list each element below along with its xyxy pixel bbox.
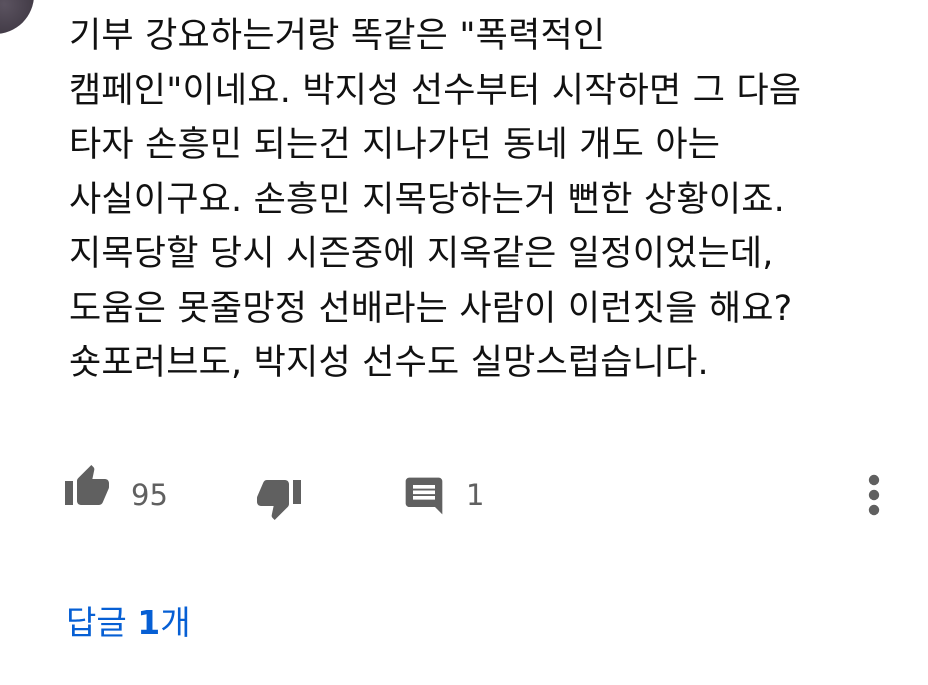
comment-line: 기부 강요하는거랑 똑같은 "폭력적인 [69, 16, 606, 56]
reply-count: 1 [466, 478, 485, 512]
comment-line: 숏포러브도, 박지성 선수도 실망스럽습니다. [69, 343, 709, 383]
thumb-up-icon[interactable] [63, 463, 111, 511]
comment-line: 사실이구요. 손흥민 지목당하는거 뻔한 상황이죠. [69, 179, 785, 220]
comment-line: 지목당할 당시 시즌중에 지옥같은 일정이었는데, [69, 234, 774, 274]
comment-line: 타자 손흥민 되는건 지나가던 동네 개도 아는 [69, 125, 721, 165]
comment-actions: 95 1 [0, 460, 928, 524]
comment-line: 캠페인"이네요. 박지성 선수부터 시작하면 그 다음 [69, 70, 802, 111]
comment-text: 기부 강요하는거랑 똑같은 "폭력적인 캠페인"이네요. 박지성 선수부터 시작… [69, 9, 909, 391]
like-count: 95 [131, 478, 168, 512]
thumb-down-icon[interactable] [255, 474, 303, 522]
avatar[interactable] [0, 0, 34, 34]
comment-icon[interactable] [402, 474, 446, 518]
comment-line: 도움은 못줄망정 선배라는 사람이 이런짓을 해요? [69, 288, 793, 329]
more-vertical-icon[interactable] [862, 468, 886, 516]
replies-count: 1 [137, 603, 161, 642]
replies-label-suffix: 개 [160, 603, 191, 642]
replies-label-prefix: 답글 [66, 603, 138, 642]
view-replies-link[interactable]: 답글 1개 [66, 603, 191, 643]
